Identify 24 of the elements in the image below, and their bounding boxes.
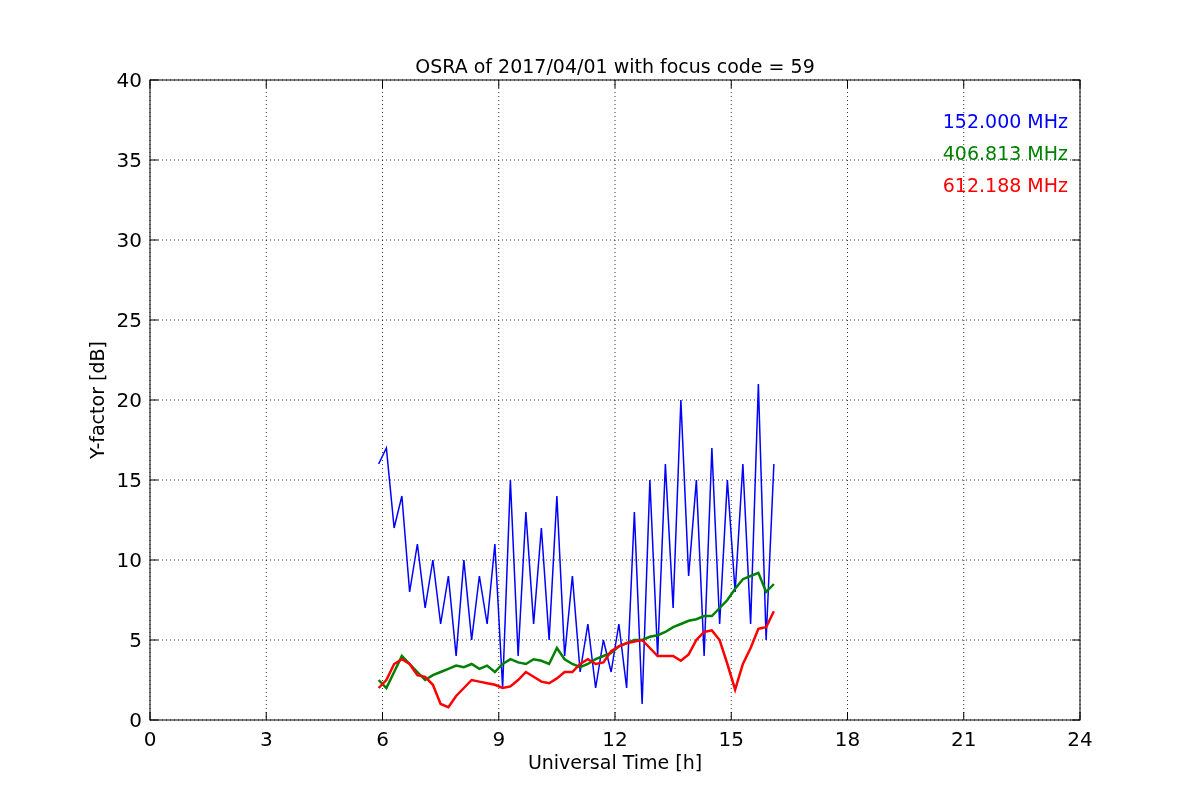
legend-label: 406.813 MHz [942,142,1068,164]
x-axis-label: Universal Time [h] [527,751,703,773]
chart-title: OSRA of 2017/04/01 with focus code = 59 [415,55,815,77]
legend-label: 612.188 MHz [942,174,1068,196]
x-tick-label: 18 [834,727,861,751]
x-tick-label: 15 [718,727,744,751]
x-tick-label: 24 [1067,727,1093,751]
y-tick-label: 5 [129,628,142,652]
x-tick-label: 3 [259,727,273,751]
y-tick-label: 30 [116,228,142,252]
legend-label: 152.000 MHz [942,110,1068,132]
x-tick-label: 21 [951,727,977,751]
x-tick-label: 0 [143,727,157,751]
y-tick-label: 25 [116,308,142,332]
y-tick-label: 10 [116,548,142,572]
y-tick-label: 35 [116,148,142,172]
y-tick-label: 0 [129,708,142,732]
y-axis-label: Y-factor [dB] [86,341,108,459]
y-tick-label: 40 [116,68,142,92]
y-tick-label: 20 [116,388,142,412]
x-tick-label: 6 [376,727,389,751]
y-tick-label: 15 [116,468,142,492]
x-tick-label: 9 [492,727,506,751]
x-tick-label: 12 [602,727,628,751]
